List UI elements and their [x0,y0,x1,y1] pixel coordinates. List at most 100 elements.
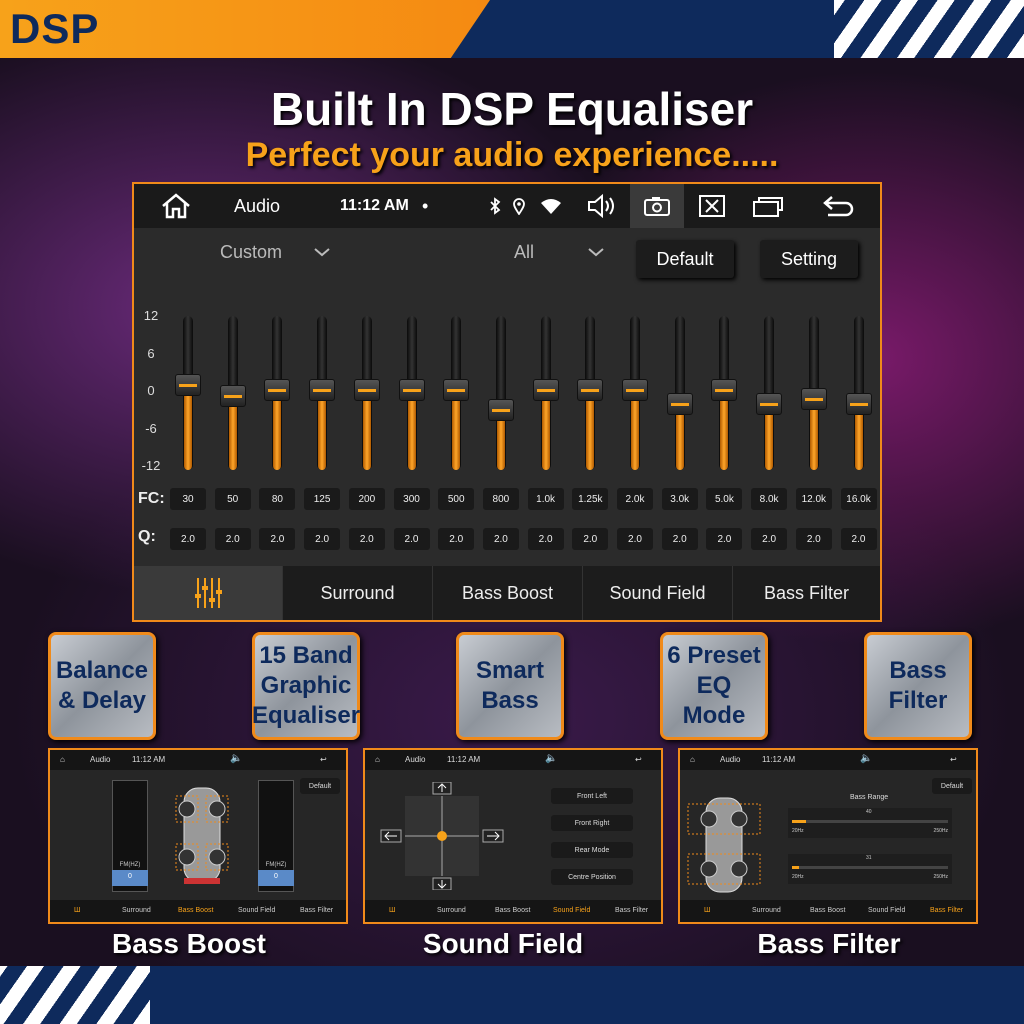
eq-band-knob[interactable] [845,393,872,415]
mini-default-button[interactable]: Default [932,778,972,794]
screenshot-icon[interactable] [630,184,684,228]
fc-value[interactable]: 800 [482,488,519,510]
eq-band-slider[interactable] [800,316,827,470]
eq-band-slider[interactable] [756,316,783,470]
q-value[interactable]: 2.0 [527,528,564,550]
eq-band-slider[interactable] [175,316,201,470]
mini-tab-bass-boost[interactable]: Bass Boost [178,907,213,914]
home-icon[interactable] [160,184,192,228]
tab-bass-boost[interactable]: Bass Boost [432,566,582,620]
channel-select[interactable]: All [514,242,534,263]
mini-tab-surround[interactable]: Surround [752,907,781,914]
tab-sound-field[interactable]: Sound Field [582,566,732,620]
q-value[interactable]: 2.0 [751,528,788,550]
eq-band-knob[interactable] [756,393,783,415]
q-value[interactable]: 2.0 [304,528,341,550]
fc-value[interactable]: 300 [393,488,430,510]
front-left-button[interactable]: Front Left [551,788,633,804]
rear-mode-button[interactable]: Rear Mode [551,842,633,858]
tab-surround[interactable]: Surround [282,566,432,620]
q-value[interactable]: 2.0 [795,528,832,550]
q-value[interactable]: 2.0 [214,528,251,550]
fc-value[interactable]: 5.0k [706,488,743,510]
eq-band-slider[interactable] [443,316,470,470]
q-value[interactable]: 2.0 [661,528,698,550]
eq-band-slider[interactable] [487,316,514,470]
fc-value[interactable]: 3.0k [661,488,698,510]
mini-tab-bass-filter[interactable]: Bass Filter [615,907,648,914]
mini-tab-sound-field[interactable]: Sound Field [553,907,590,914]
eq-band-slider[interactable] [845,316,872,470]
eq-band-knob[interactable] [487,398,514,421]
q-value[interactable]: 2.0 [259,528,296,550]
mini-tab-bass-boost[interactable]: Bass Boost [810,907,845,914]
eq-band-knob[interactable] [398,379,425,402]
sound-field-grid[interactable] [379,782,505,890]
eq-band-knob[interactable] [353,379,380,402]
eq-band-knob[interactable] [666,393,693,415]
default-button[interactable]: Default [636,240,734,278]
eq-band-slider[interactable] [666,316,693,470]
fc-value[interactable]: 30 [170,488,206,510]
chevron-down-icon[interactable] [312,242,332,267]
mini-tab-sound-field[interactable]: Sound Field [238,907,275,914]
bass-range-slider-1[interactable]: 40 20Hz 250Hz [788,808,952,838]
fc-value[interactable]: 1.0k [527,488,564,510]
q-value[interactable]: 2.0 [438,528,475,550]
centre-position-button[interactable]: Centre Position [551,869,633,885]
close-icon[interactable] [698,184,726,228]
fc-value[interactable]: 200 [348,488,385,510]
recent-apps-icon[interactable] [752,184,786,228]
setting-button[interactable]: Setting [760,240,858,278]
q-value[interactable]: 2.0 [482,528,519,550]
eq-band-slider[interactable] [711,316,738,470]
q-value[interactable]: 2.0 [706,528,743,550]
eq-band-knob[interactable] [175,373,201,396]
mini-default-button[interactable]: Default [300,778,340,794]
eq-band-knob[interactable] [800,387,827,410]
eq-band-slider[interactable] [577,316,604,470]
mini-tab-bass-boost[interactable]: Bass Boost [495,907,530,914]
eq-band-slider[interactable] [264,316,291,470]
q-value[interactable]: 2.0 [617,528,653,550]
chevron-down-icon[interactable] [586,242,606,267]
volume-icon[interactable] [586,184,618,228]
fc-value[interactable]: 2.0k [617,488,653,510]
mini-tab-sound-field[interactable]: Sound Field [868,907,905,914]
eq-band-knob[interactable] [264,379,291,402]
eq-band-knob[interactable] [309,379,336,402]
mini-tab-surround[interactable]: Surround [122,907,151,914]
front-right-button[interactable]: Front Right [551,815,633,831]
eq-band-knob[interactable] [711,379,738,402]
fc-value[interactable]: 50 [214,488,251,510]
eq-band-slider[interactable] [532,316,559,470]
q-value[interactable]: 2.0 [572,528,609,550]
tab-equaliser[interactable] [134,566,282,620]
fc-value[interactable]: 500 [438,488,475,510]
mini-tab-surround[interactable]: Surround [437,907,466,914]
eq-band-slider[interactable] [353,316,380,470]
eq-band-slider[interactable] [622,316,648,470]
eq-band-slider[interactable] [309,316,336,470]
fc-value[interactable]: 12.0k [795,488,832,510]
eq-band-knob[interactable] [577,379,604,402]
mini-tab-bass-filter[interactable]: Bass Filter [300,907,333,914]
mini-tab-bass-filter[interactable]: Bass Filter [930,907,963,914]
eq-band-knob[interactable] [622,379,648,402]
tab-bass-filter[interactable]: Bass Filter [732,566,880,620]
eq-band-knob[interactable] [219,384,246,407]
eq-band-knob[interactable] [443,379,470,402]
fc-value[interactable]: 125 [304,488,341,510]
fc-value[interactable]: 16.0k [840,488,877,510]
fc-value[interactable]: 80 [259,488,296,510]
q-value[interactable]: 2.0 [348,528,385,550]
eq-band-slider[interactable] [219,316,246,470]
q-value[interactable]: 2.0 [170,528,206,550]
q-value[interactable]: 2.0 [840,528,877,550]
fc-value[interactable]: 1.25k [572,488,609,510]
fc-value[interactable]: 8.0k [751,488,788,510]
eq-band-slider[interactable] [398,316,425,470]
back-icon[interactable] [822,184,856,228]
preset-select[interactable]: Custom [220,242,282,263]
bass-range-slider-2[interactable]: 31 20Hz 250Hz [788,854,952,884]
